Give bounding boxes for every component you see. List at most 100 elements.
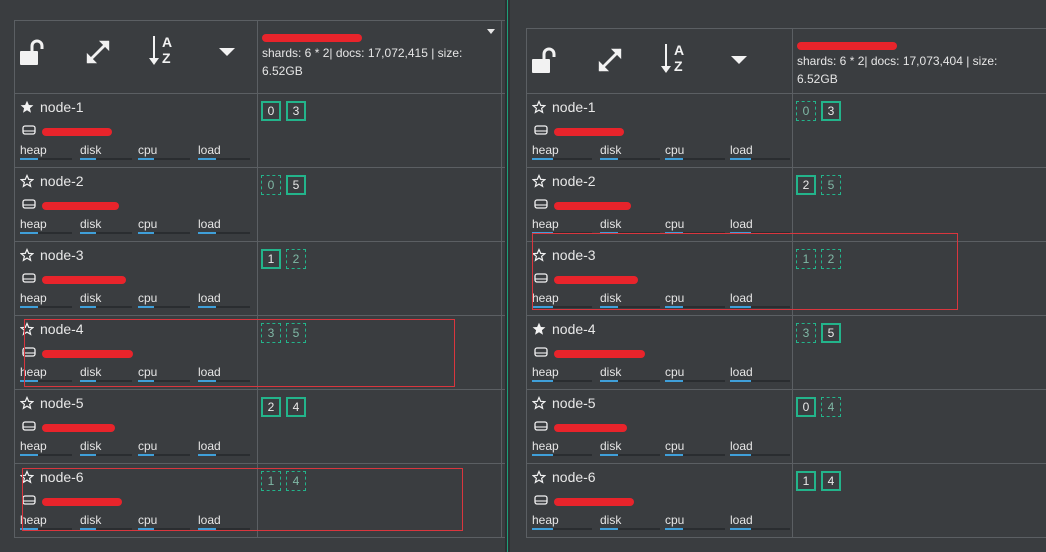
dropdown-icon[interactable]	[723, 44, 755, 76]
redaction-mark	[554, 424, 627, 432]
metric-disk: disk	[80, 217, 132, 234]
shard-group: 03	[796, 101, 841, 121]
shard-group: 14	[796, 471, 841, 491]
metric-label: heap	[532, 365, 559, 379]
shard-primary[interactable]: 4	[286, 397, 306, 417]
node-name[interactable]: node-4	[532, 321, 596, 337]
metric-disk: disk	[80, 291, 132, 308]
metric-bar	[730, 454, 790, 456]
metric-bar	[665, 380, 725, 382]
grid-row-line	[14, 20, 505, 21]
shard-primary[interactable]: 5	[821, 323, 841, 343]
unlock-icon[interactable]	[528, 44, 560, 76]
metric-fill	[600, 158, 618, 160]
metric-fill	[138, 454, 154, 456]
metric-disk: disk	[600, 513, 660, 530]
shard-primary[interactable]: 4	[821, 471, 841, 491]
shard-replica[interactable]: 2	[286, 249, 306, 269]
sort-az-icon[interactable]: AZ	[149, 34, 185, 70]
index-header[interactable]: shards: 6 * 2| docs: 17,073,404 | size: …	[797, 36, 1031, 88]
disk-icon	[534, 123, 548, 141]
shard-primary[interactable]: 3	[286, 101, 306, 121]
disk-icon	[534, 197, 548, 215]
metric-heap: heap	[20, 217, 72, 234]
index-header[interactable]: shards: 6 * 2| docs: 17,072,415 | size: …	[262, 28, 490, 80]
metric-label: disk	[600, 513, 622, 527]
metric-label: heap	[20, 439, 47, 453]
shard-primary[interactable]: 2	[796, 175, 816, 195]
metric-bar	[20, 454, 72, 456]
cluster-panel-left: A Z shards: 6 * 2| docs: 17,072,415 | size…	[0, 0, 505, 552]
metric-cpu: cpu	[138, 143, 190, 160]
node-name[interactable]: node-2	[531, 173, 596, 189]
shard-primary[interactable]: 5	[286, 175, 306, 195]
metric-fill	[20, 232, 39, 234]
metric-load: load	[198, 143, 250, 160]
dropdown-icon[interactable]	[211, 36, 243, 68]
sort-az-icon[interactable]: AZ	[661, 42, 697, 78]
shard-group: 24	[261, 397, 306, 417]
metric-bar	[80, 454, 132, 456]
metric-fill	[665, 158, 683, 160]
star-icon	[19, 173, 35, 188]
metric-bar	[138, 158, 190, 160]
metric-label: cpu	[665, 217, 685, 231]
disk-icon	[534, 493, 548, 511]
node-row: node-4 heap disk cpu load	[526, 315, 1046, 389]
shard-primary[interactable]: 3	[821, 101, 841, 121]
shard-primary[interactable]: 1	[796, 471, 816, 491]
metric-label: disk	[600, 217, 622, 231]
node-row: node-2 heap disk cpu load	[14, 167, 505, 241]
shard-replica[interactable]: 3	[796, 323, 816, 343]
metric-disk: disk	[80, 143, 132, 160]
expand-icon[interactable]	[82, 36, 114, 68]
metric-fill	[80, 454, 96, 456]
master-star-icon	[20, 100, 34, 114]
node-name[interactable]: node-1	[20, 99, 84, 115]
metric-bar	[532, 380, 592, 382]
node-name[interactable]: node-6	[531, 469, 596, 485]
unlock-icon[interactable]	[16, 36, 48, 68]
metric-label: disk	[80, 143, 102, 157]
shard-primary[interactable]: 2	[261, 397, 281, 417]
shard-primary[interactable]: 0	[796, 397, 816, 417]
node-name-label: node-2	[552, 173, 596, 189]
disk-icon	[22, 123, 36, 141]
redaction-mark	[797, 41, 897, 50]
node-row: node-3 heap disk cpu load	[14, 241, 505, 315]
expand-icon[interactable]	[594, 44, 626, 76]
shard-replica[interactable]: 5	[821, 175, 841, 195]
sort-label-z: Z	[162, 50, 171, 66]
metric-disk: disk	[80, 439, 132, 456]
metric-cpu: cpu	[665, 513, 725, 530]
node-name[interactable]: node-5	[531, 395, 596, 411]
highlight-box	[24, 319, 455, 387]
star-icon	[531, 469, 547, 484]
metric-label: heap	[20, 217, 47, 231]
highlight-box	[532, 233, 958, 310]
metric-load: load	[198, 291, 250, 308]
shard-replica[interactable]: 0	[796, 101, 816, 121]
node-address	[534, 345, 645, 363]
node-name[interactable]: node-2	[19, 173, 84, 189]
metric-bar	[198, 306, 250, 308]
index-menu-caret[interactable]	[487, 29, 495, 34]
node-name[interactable]: node-3	[19, 247, 84, 263]
metric-bar	[20, 232, 72, 234]
shard-replica[interactable]: 0	[261, 175, 281, 195]
node-name[interactable]: node-1	[531, 99, 596, 115]
metric-bar	[730, 528, 790, 530]
metric-label: load	[198, 143, 221, 157]
metric-disk: disk	[600, 143, 660, 160]
metric-label: load	[730, 217, 753, 231]
node-name-label: node-6	[552, 469, 596, 485]
metric-bar	[138, 306, 190, 308]
shard-primary[interactable]: 1	[261, 249, 281, 269]
shard-replica[interactable]: 4	[821, 397, 841, 417]
metric-bar	[80, 158, 132, 160]
index-name-redacted	[797, 36, 907, 52]
metric-fill	[665, 528, 683, 530]
metric-fill	[198, 232, 217, 234]
shard-primary[interactable]: 0	[261, 101, 281, 121]
node-name[interactable]: node-5	[19, 395, 84, 411]
